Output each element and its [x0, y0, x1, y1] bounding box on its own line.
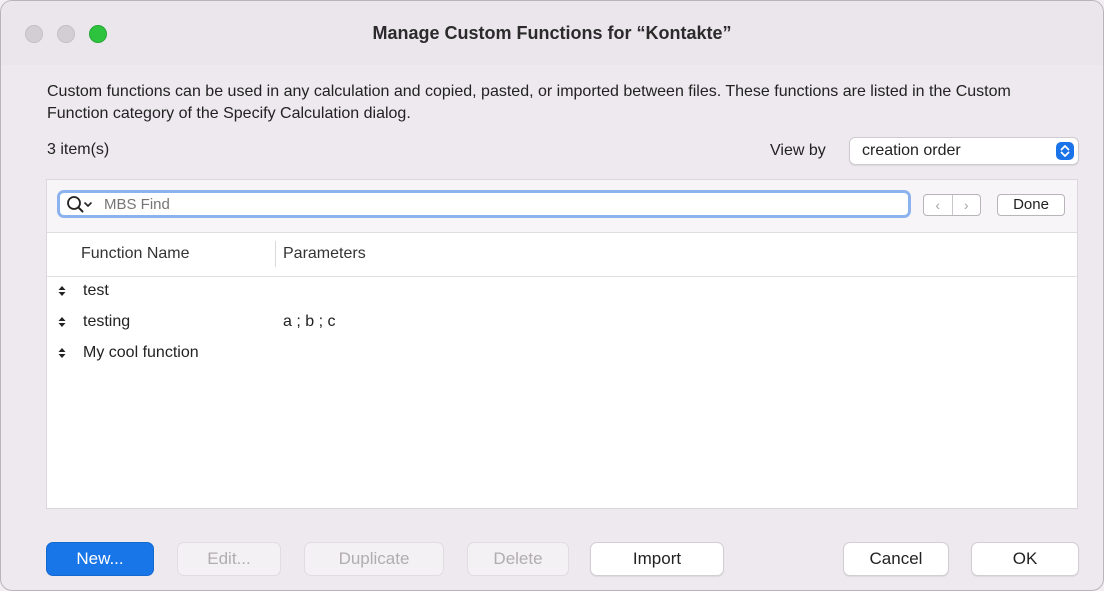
function-parameters: a ; b ; c: [283, 313, 336, 330]
ok-button[interactable]: OK: [971, 542, 1079, 576]
view-by-label: View by: [770, 142, 826, 159]
column-header-row: Function Name Parameters: [47, 233, 1077, 277]
view-by-value: creation order: [862, 142, 961, 159]
function-list-panel: ‹ › Done Function Name Parameters test: [46, 179, 1078, 509]
find-navigation: ‹ ›: [923, 194, 981, 216]
edit-button[interactable]: Edit...: [177, 542, 281, 576]
column-divider[interactable]: [275, 241, 276, 267]
function-name: My cool function: [83, 344, 199, 361]
list-item[interactable]: My cool function: [47, 340, 1077, 371]
column-header-parameters[interactable]: Parameters: [283, 245, 366, 263]
duplicate-button[interactable]: Duplicate: [304, 542, 444, 576]
reorder-handle-icon[interactable]: [57, 345, 67, 361]
title-bar: Manage Custom Functions for “Kontakte”: [1, 1, 1103, 65]
function-name: test: [83, 282, 109, 299]
list-item[interactable]: testing a ; b ; c: [47, 309, 1077, 340]
cancel-button[interactable]: Cancel: [843, 542, 949, 576]
reorder-handle-icon[interactable]: [57, 314, 67, 330]
dialog-description: Custom functions can be used in any calc…: [47, 83, 1011, 122]
search-icon[interactable]: [66, 195, 98, 215]
function-rows: test testing a ; b ; c My cool function: [47, 278, 1077, 371]
search-field[interactable]: [57, 190, 911, 218]
done-button[interactable]: Done: [997, 194, 1065, 216]
view-by-select[interactable]: creation order: [849, 137, 1079, 165]
function-name: testing: [83, 313, 131, 330]
search-input[interactable]: [104, 196, 884, 213]
manage-custom-functions-dialog: Manage Custom Functions for “Kontakte” C…: [0, 0, 1104, 591]
import-button[interactable]: Import: [590, 542, 724, 576]
chevron-up-down-icon: [1056, 142, 1074, 160]
window-title: Manage Custom Functions for “Kontakte”: [372, 23, 732, 43]
item-count: 3 item(s): [47, 141, 110, 158]
reorder-handle-icon[interactable]: [57, 283, 67, 299]
find-bar: ‹ › Done: [47, 180, 1077, 233]
delete-button[interactable]: Delete: [467, 542, 569, 576]
find-next-button[interactable]: ›: [953, 195, 981, 215]
list-item[interactable]: test: [47, 278, 1077, 309]
new-button[interactable]: New...: [46, 542, 154, 576]
find-previous-button[interactable]: ‹: [924, 195, 953, 215]
column-header-function-name[interactable]: Function Name: [81, 245, 190, 263]
